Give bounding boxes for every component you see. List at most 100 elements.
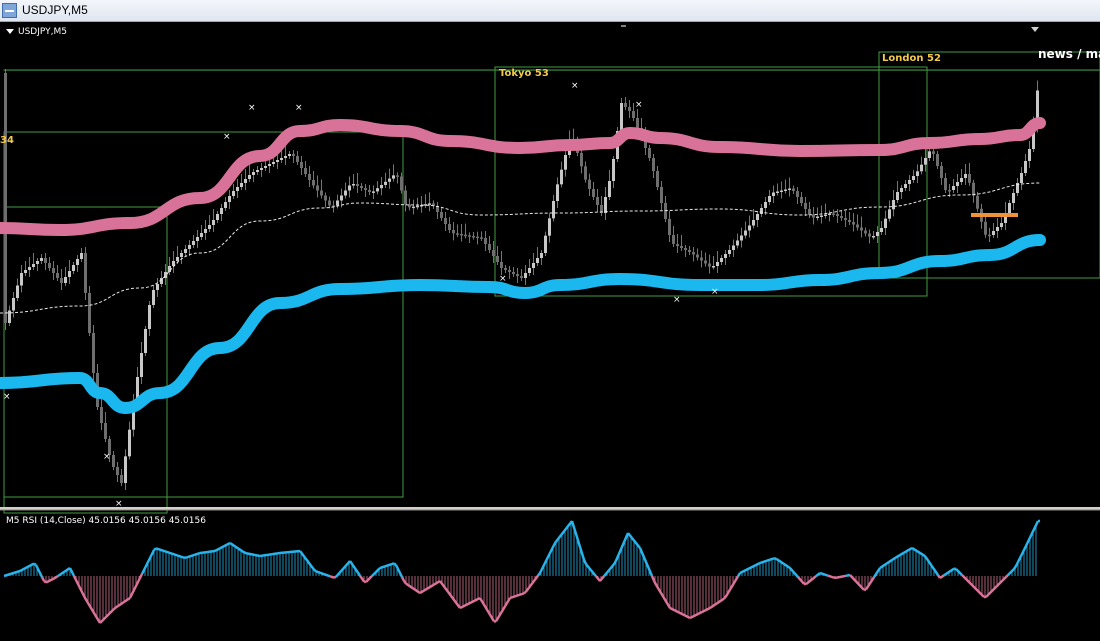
- tokyo-session-label: Tokyo 53: [499, 68, 549, 79]
- candle-body: [4, 73, 7, 323]
- candle-body: [188, 245, 191, 249]
- candle-body: [832, 213, 835, 215]
- candle-body: [964, 174, 967, 178]
- fractal-marker: ×: [295, 103, 303, 113]
- candle-body: [816, 216, 819, 218]
- candle-body: [308, 174, 311, 180]
- candle-body: [680, 246, 683, 248]
- candle-body: [852, 222, 855, 225]
- fractal-marker: ×: [3, 392, 11, 402]
- candle-body: [464, 234, 467, 237]
- fractal-marker: ×: [635, 100, 643, 110]
- candle-body: [352, 184, 355, 186]
- candle-body: [364, 188, 367, 190]
- candle-body: [760, 208, 763, 214]
- candle-body: [328, 200, 331, 206]
- candle-body: [548, 218, 551, 236]
- candle-body: [268, 164, 271, 166]
- candle-body: [216, 214, 219, 220]
- candle-body: [860, 227, 863, 231]
- candle-body: [80, 253, 83, 259]
- candle-body: [368, 190, 371, 192]
- candle-body: [204, 229, 207, 233]
- candle-body: [356, 184, 359, 186]
- candle-body: [428, 203, 431, 205]
- candle-body: [84, 253, 87, 293]
- candle-body: [344, 190, 347, 196]
- candle-body: [212, 220, 215, 225]
- candle-body: [156, 284, 159, 290]
- candle-body: [752, 220, 755, 226]
- box-london: [878, 51, 1100, 279]
- candle-body: [756, 214, 759, 220]
- candle-body: [996, 227, 999, 231]
- candle-body: [940, 166, 943, 178]
- candle-body: [624, 103, 627, 107]
- chart-window-icon: [2, 3, 17, 18]
- candle-body: [284, 156, 287, 158]
- symbol-label[interactable]: USDJPY,M5: [6, 27, 67, 37]
- candle-body: [908, 180, 911, 184]
- candle-body: [200, 233, 203, 237]
- candle-body: [960, 178, 963, 182]
- candle-body: [304, 168, 307, 174]
- candle-body: [868, 233, 871, 237]
- candle-body: [840, 216, 843, 218]
- fractal-marker: ×: [571, 81, 579, 91]
- candle-body: [584, 166, 587, 180]
- candle-body: [1000, 223, 1003, 227]
- chart-area[interactable]: × × × × × × × × × × × USDJPY,M5 Tokyo 53 London 52…: [0, 23, 1100, 641]
- candle-body: [276, 160, 279, 162]
- candle-body: [124, 456, 127, 483]
- candle-body: [596, 197, 599, 205]
- candle-body: [524, 273, 527, 278]
- candle-body: [544, 235, 547, 253]
- candle-body: [56, 273, 59, 278]
- scroll-marker-icon[interactable]: [1031, 27, 1039, 32]
- candle-body: [748, 225, 751, 231]
- candle-body: [740, 235, 743, 241]
- fractal-marker: ×: [248, 103, 256, 113]
- candle-body: [492, 250, 495, 256]
- candle-body: [220, 208, 223, 214]
- candle-body: [904, 184, 907, 188]
- candle-body: [244, 179, 247, 183]
- candle-body: [260, 168, 263, 170]
- candle-body: [400, 176, 403, 191]
- candle-body: [944, 178, 947, 190]
- fractal-marker: ×: [673, 295, 681, 305]
- candle-body: [504, 268, 507, 270]
- candle-body: [20, 273, 23, 286]
- candle-body: [988, 234, 991, 237]
- candle-body: [44, 258, 47, 263]
- dropdown-triangle-icon[interactable]: [6, 29, 14, 34]
- candle-body: [320, 190, 323, 196]
- candle-body: [768, 196, 771, 202]
- candle-body: [620, 103, 623, 131]
- candle-body: [36, 261, 39, 264]
- candle-body: [128, 429, 131, 457]
- candle-body: [1028, 149, 1031, 161]
- candle-body: [140, 353, 143, 377]
- candle-body: [388, 178, 391, 182]
- candle-body: [236, 187, 239, 191]
- price-chart[interactable]: × ××××××××××: [0, 23, 1100, 641]
- rsi-line-down: [40, 573, 1009, 624]
- upper-band-line: [0, 117, 1046, 236]
- candle-body: [348, 185, 351, 191]
- candle-body: [176, 257, 179, 261]
- candle-body: [844, 218, 847, 220]
- candle-body: [144, 329, 147, 353]
- left-box-label: 34: [0, 135, 14, 146]
- candle-body: [360, 186, 363, 188]
- rsi-line-up: [3, 519, 1040, 578]
- window-title: USDJPY,M5: [22, 3, 88, 17]
- candle-body: [412, 206, 415, 209]
- candle-body: [256, 170, 259, 172]
- candle-body: [456, 233, 459, 235]
- candle-body: [876, 232, 879, 236]
- candle-body: [484, 238, 487, 244]
- candle-body: [472, 236, 475, 238]
- candle-body: [968, 174, 971, 183]
- candle-body: [24, 270, 27, 273]
